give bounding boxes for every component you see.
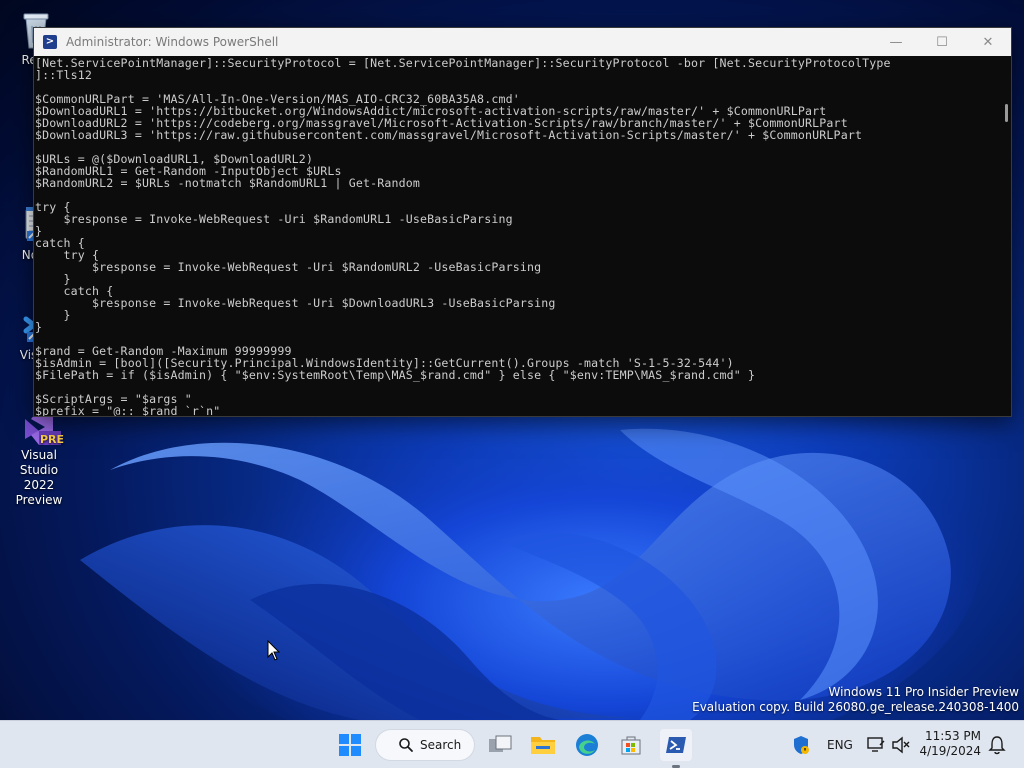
start-button[interactable] (334, 729, 366, 761)
folder-icon (531, 737, 555, 754)
task-view-icon (489, 735, 512, 752)
desktop-icon-label-line2: 2022 Preview (15, 478, 63, 507)
volume-muted-icon (892, 736, 910, 754)
windows-logo-icon (339, 734, 361, 756)
volume-tray-button[interactable] (885, 729, 917, 761)
file-explorer-button[interactable] (527, 729, 559, 761)
watermark-line2: Evaluation copy. Build 26080.ge_release.… (692, 700, 1019, 714)
search-label: Search (420, 738, 462, 752)
microsoft-store-button[interactable] (615, 729, 647, 761)
close-button[interactable]: ✕ (965, 28, 1011, 56)
shield-warning-icon (794, 736, 809, 754)
console-output[interactable]: [Net.ServicePointManager]::SecurityProto… (34, 56, 999, 416)
edge-button[interactable] (571, 729, 603, 761)
powershell-window[interactable]: > Administrator: Windows PowerShell — ☐ … (33, 27, 1012, 417)
powershell-taskbar-button[interactable] (660, 729, 692, 761)
language-indicator[interactable]: ENG (827, 738, 853, 752)
store-icon (621, 736, 641, 755)
maximize-button[interactable]: ☐ (919, 28, 965, 56)
vertical-scrollbar[interactable] (999, 56, 1011, 416)
notifications-button[interactable] (981, 729, 1013, 761)
taskbar-search[interactable]: Search (375, 729, 475, 761)
scrollbar-thumb[interactable] (1005, 104, 1008, 122)
security-tray-button[interactable] (785, 729, 817, 761)
title-bar[interactable]: > Administrator: Windows PowerShell — ☐ … (34, 28, 1011, 56)
minimize-button[interactable]: — (873, 28, 919, 56)
window-title: Administrator: Windows PowerShell (66, 35, 279, 49)
evaluation-watermark: Windows 11 Pro Insider Preview Evaluatio… (692, 685, 1019, 715)
bell-icon (988, 736, 1006, 755)
clock[interactable]: 11:53 PM 4/19/2024 (919, 729, 981, 759)
powershell-icon (666, 737, 686, 753)
watermark-line1: Windows 11 Pro Insider Preview (828, 685, 1019, 699)
mouse-cursor-icon (267, 640, 281, 661)
clock-date: 4/19/2024 (919, 744, 981, 758)
desktop-icon-label-line1: Visual Studio (19, 448, 59, 477)
edge-icon (576, 734, 598, 756)
search-icon (399, 738, 413, 752)
console-text: [Net.ServicePointManager]::SecurityProto… (35, 56, 891, 416)
pre-badge: PRE (40, 433, 65, 446)
window-controls: — ☐ ✕ (873, 28, 1011, 56)
network-icon (867, 737, 885, 752)
powershell-icon: > (43, 35, 57, 49)
task-view-button[interactable] (484, 729, 516, 761)
desktop-icon-visual-studio-preview[interactable]: PRE Visual Studio 2022 Preview (2, 405, 76, 508)
taskbar: Search ENG 11:53 PM 4/19/2024 (0, 720, 1024, 768)
clock-time: 11:53 PM (925, 729, 981, 743)
